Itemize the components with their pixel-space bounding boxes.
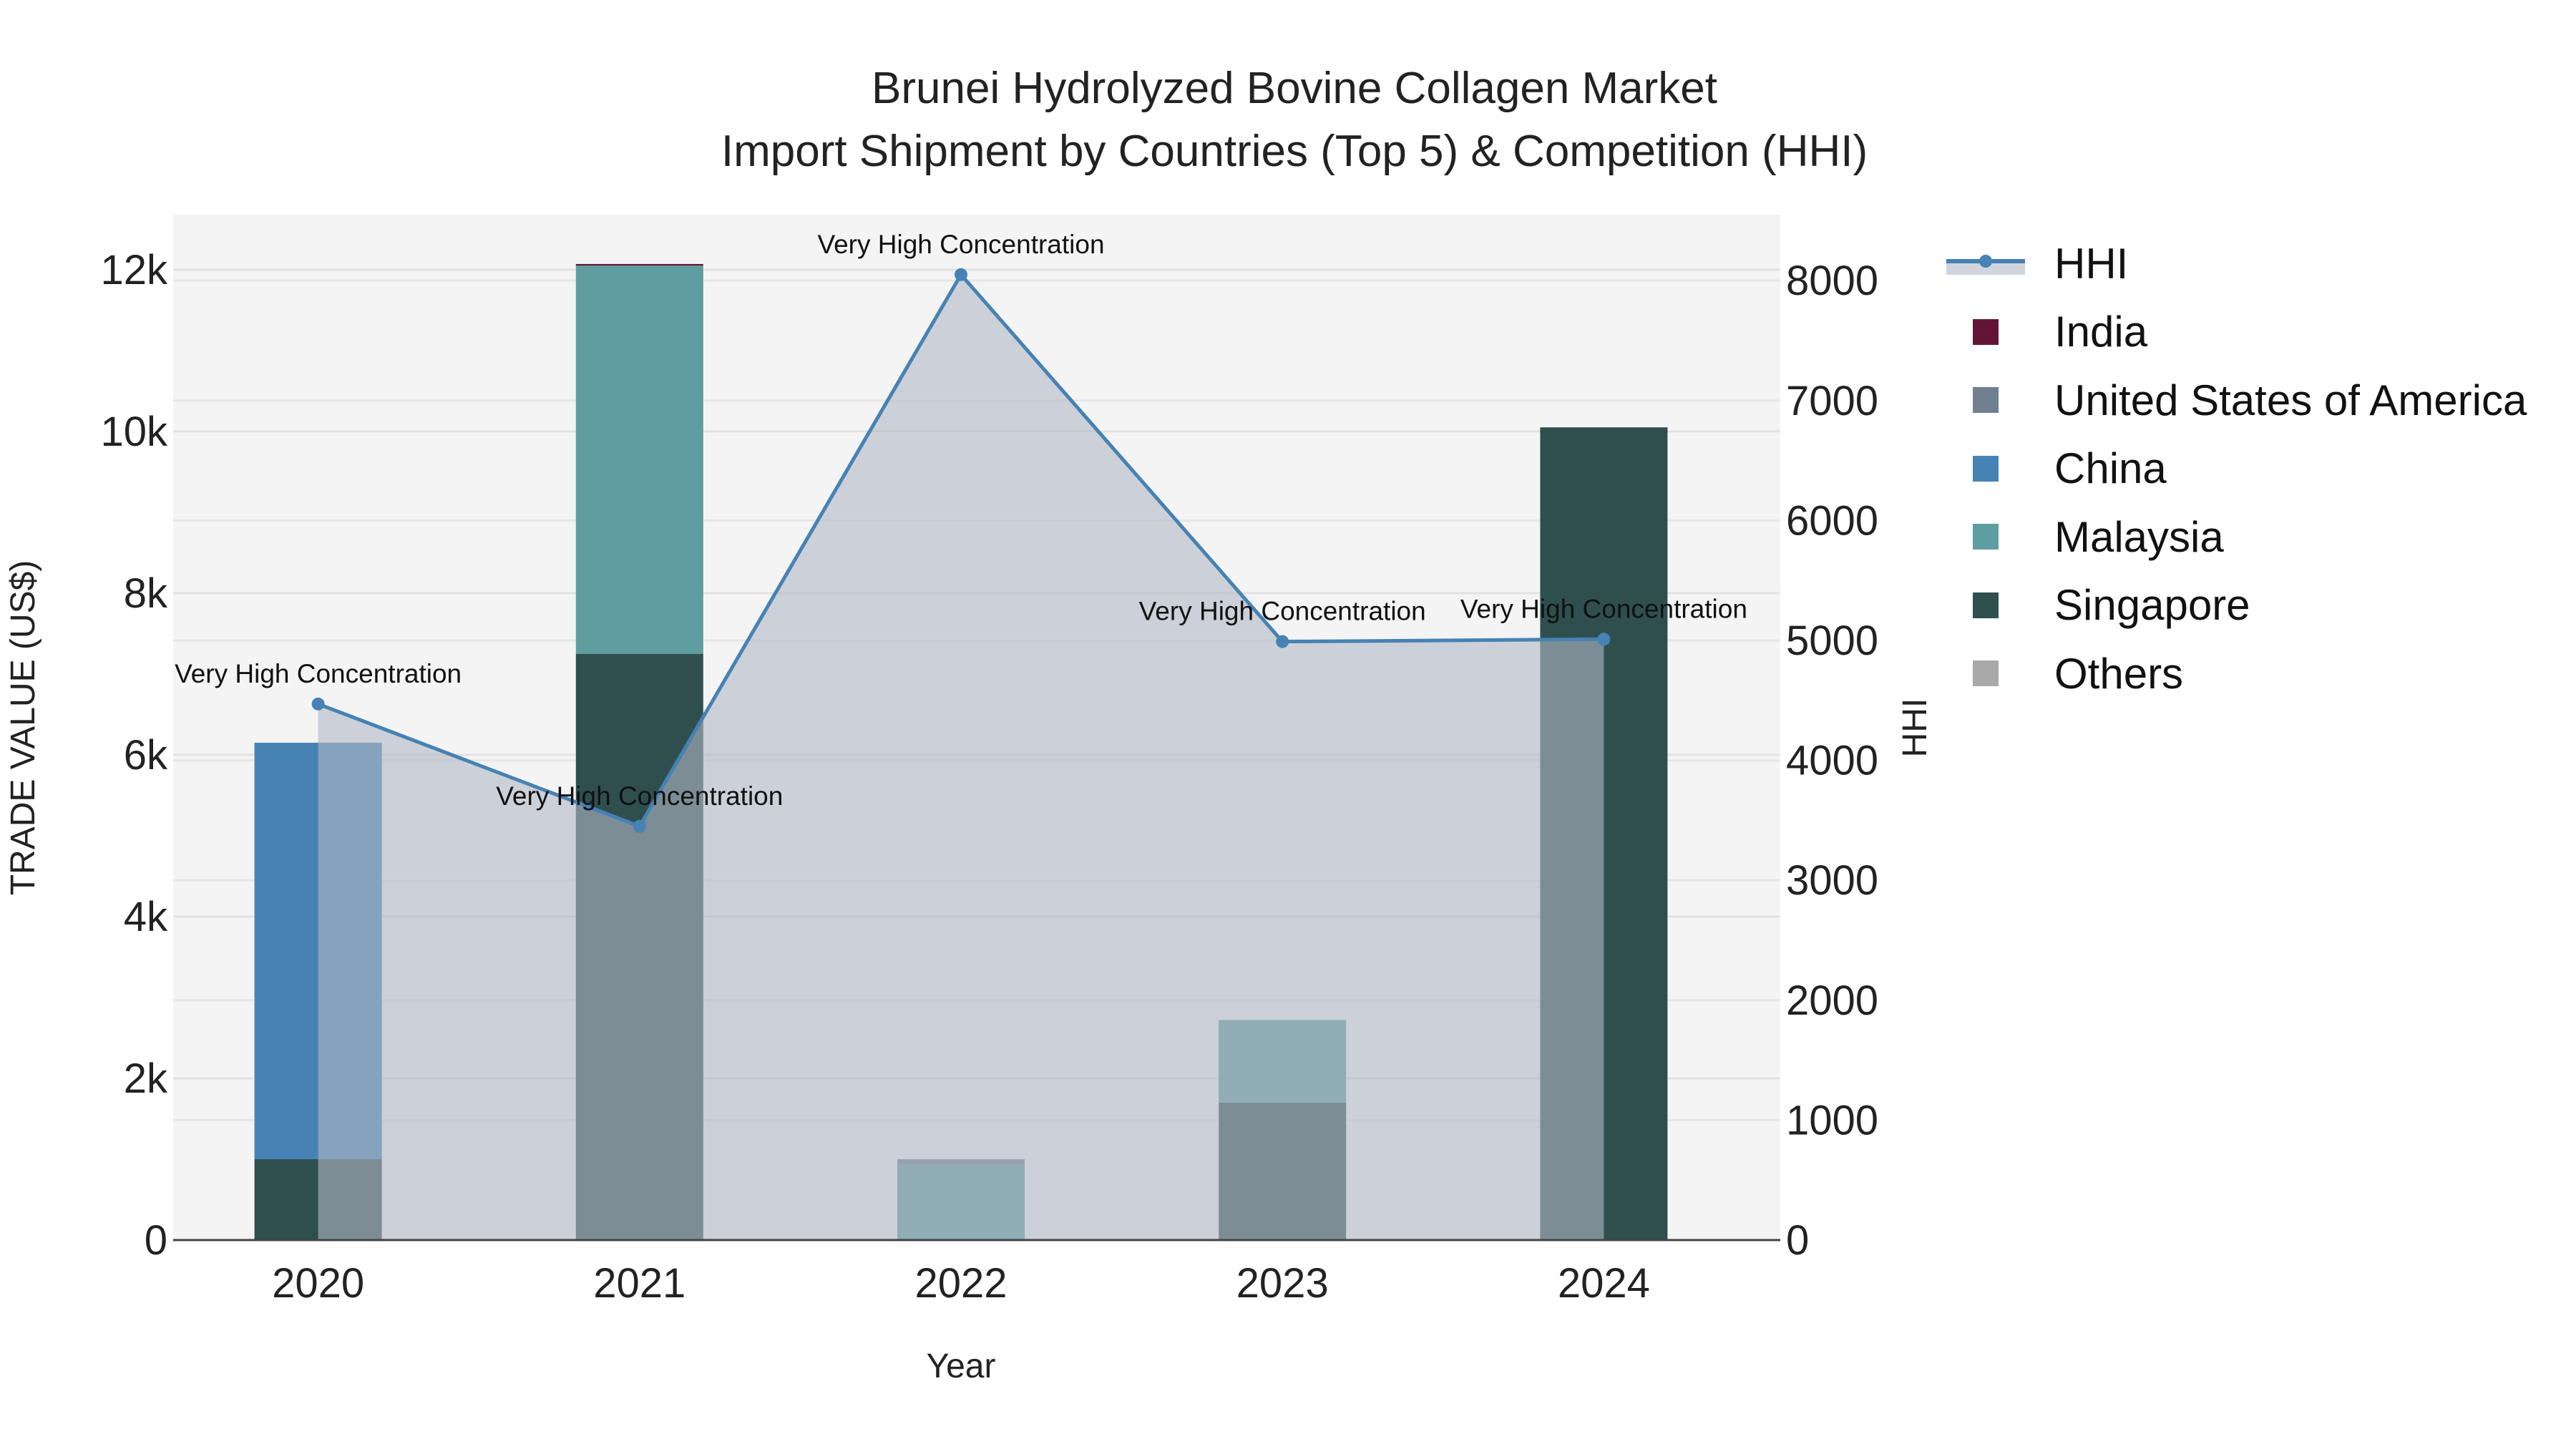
legend-item-india[interactable]: India xyxy=(1946,303,2147,361)
legend-swatch xyxy=(1973,455,1999,482)
legend-label: Others xyxy=(2054,649,2184,698)
y2-tick-label: 6000 xyxy=(1786,497,1878,544)
y-tick-label: 2k xyxy=(124,1055,168,1102)
legend-label: Singapore xyxy=(2054,581,2250,629)
y2-tick-label: 7000 xyxy=(1786,378,1878,424)
y2-tick-label: 4000 xyxy=(1786,738,1878,784)
x-tick-label: 2023 xyxy=(1236,1260,1329,1307)
legend-label: India xyxy=(2054,308,2148,356)
y2-tick-label: 3000 xyxy=(1786,857,1878,904)
legend-label: China xyxy=(2054,444,2167,492)
x-tick-label: 2020 xyxy=(272,1260,364,1307)
x-axis-title: Year xyxy=(927,1347,996,1385)
hhi-annotation: Very High Concentration xyxy=(175,659,462,688)
hhi-annotation: Very High Concentration xyxy=(1460,594,1747,623)
y2-tick-label: 5000 xyxy=(1786,618,1878,664)
legend-label: HHI xyxy=(2054,239,2129,288)
hhi-point xyxy=(1597,633,1611,646)
legend-swatch xyxy=(1973,387,1999,413)
hhi-point xyxy=(633,819,646,833)
legend-item-united-states-of-america[interactable]: United States of America xyxy=(1946,371,2527,429)
legend-swatch xyxy=(1973,660,1999,686)
chart-canvas: Very High Concentration Very High Concent… xyxy=(4,215,1934,1385)
legend-swatch xyxy=(1973,592,1999,618)
legend-swatch xyxy=(1973,524,1999,550)
y2-tick-label: 0 xyxy=(1786,1217,1809,1264)
legend-item-malaysia[interactable]: Malaysia xyxy=(1946,508,2224,565)
hhi-annotation: Very High Concentration xyxy=(1139,597,1426,626)
y-tick-label: 8k xyxy=(124,570,168,617)
y-tick-label: 4k xyxy=(124,894,168,940)
y-tick-label: 0 xyxy=(145,1217,167,1264)
x-tick-label: 2021 xyxy=(593,1260,686,1307)
hhi-annotation: Very High Concentration xyxy=(817,230,1104,259)
y-tick-label: 12k xyxy=(100,247,168,293)
x-tick-label: 2022 xyxy=(914,1260,1007,1307)
y-tick-label: 6k xyxy=(124,732,168,779)
hhi-legend-icon xyxy=(1946,249,2025,278)
y2-tick-label: 2000 xyxy=(1786,977,1878,1024)
x-tick-label: 2024 xyxy=(1558,1260,1650,1307)
legend-label: United States of America xyxy=(2054,376,2527,424)
hhi-point xyxy=(311,697,325,711)
y2-tick-label: 8000 xyxy=(1786,258,1878,304)
y-axis-title: TRADE VALUE (US$) xyxy=(4,560,42,896)
y-tick-label: 10k xyxy=(100,409,168,455)
legend-label: Malaysia xyxy=(2054,512,2224,561)
legend-item-china[interactable]: China xyxy=(1946,440,2167,497)
legend-item-singapore[interactable]: Singapore xyxy=(1946,577,2250,634)
legend-item-others[interactable]: Others xyxy=(1946,645,2183,702)
bar-india xyxy=(575,263,703,266)
hhi-annotation: Very High Concentration xyxy=(496,781,783,811)
hhi-point xyxy=(955,268,967,281)
legend-item-hhi[interactable]: HHI xyxy=(1946,235,2128,292)
legend-swatch xyxy=(1973,318,1999,345)
hhi-point xyxy=(1276,635,1289,648)
y2-axis-title: HHI xyxy=(1896,698,1934,758)
y2-tick-label: 1000 xyxy=(1786,1097,1878,1143)
bar-malaysia xyxy=(575,265,703,654)
